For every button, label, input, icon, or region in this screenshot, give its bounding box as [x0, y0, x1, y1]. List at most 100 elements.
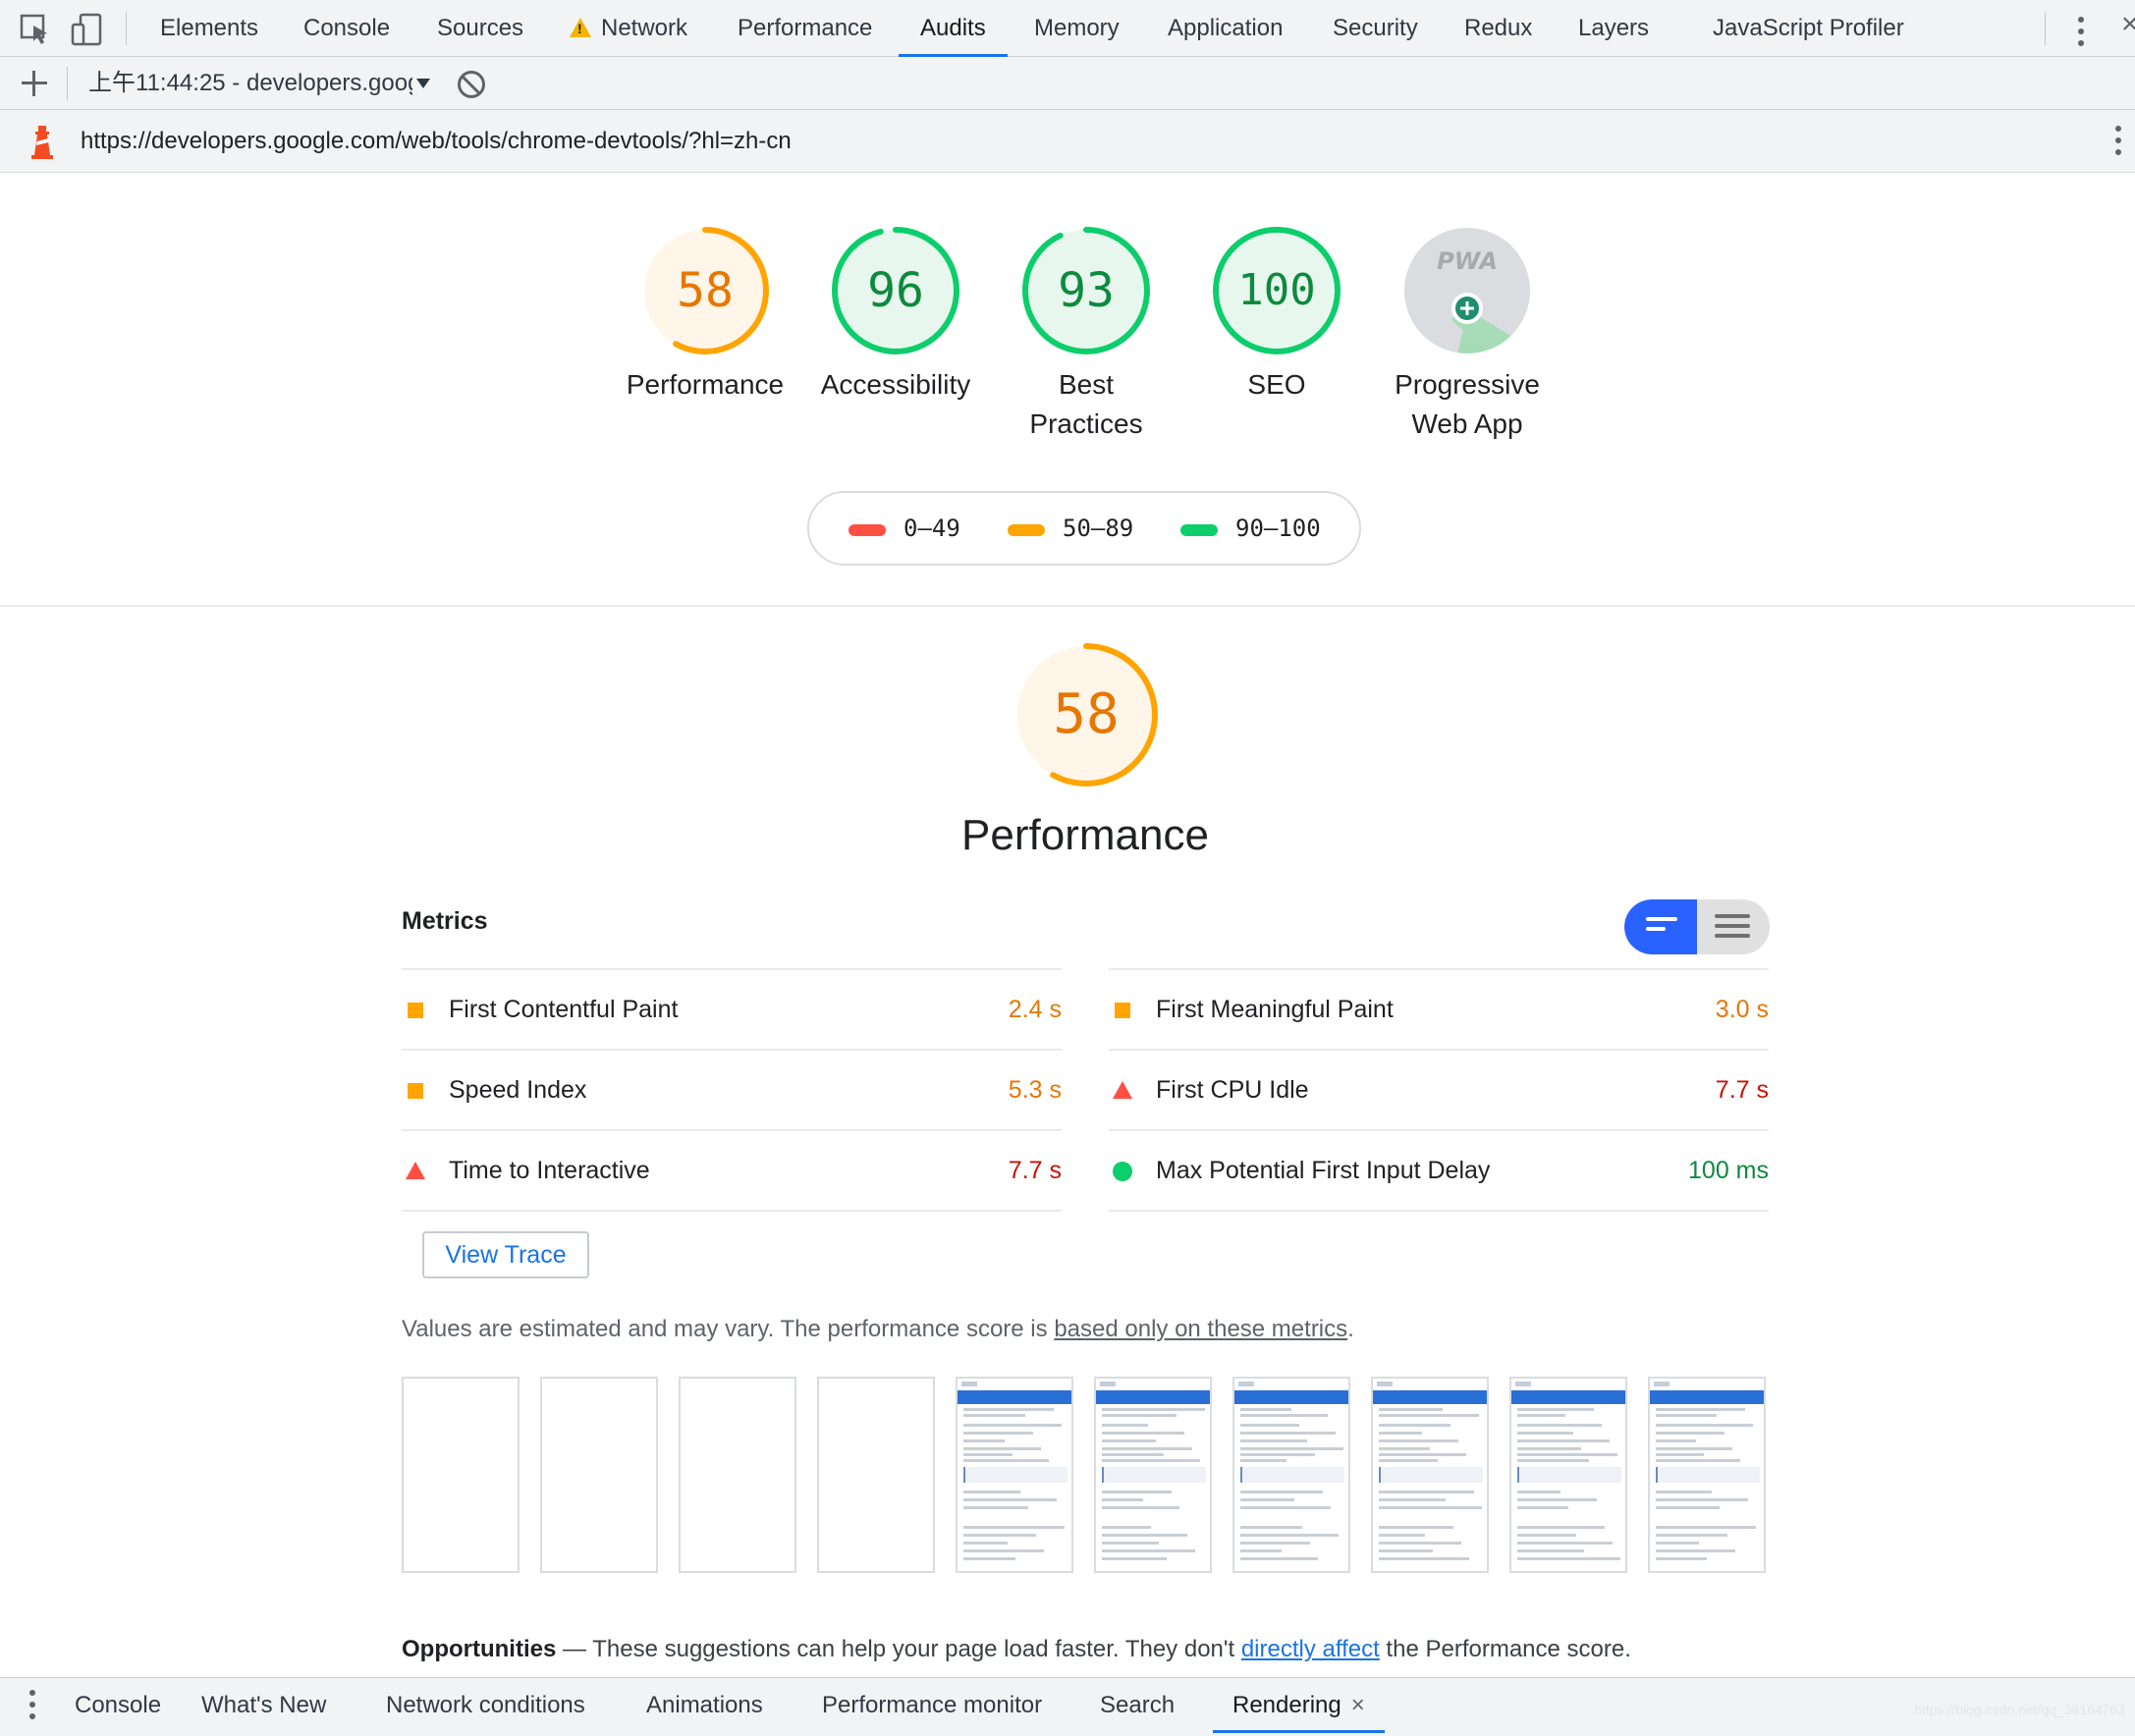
drawer-tab-console[interactable]: Console — [75, 1678, 161, 1733]
pwa-badge-text: PWA — [1437, 247, 1498, 275]
lighthouse-icon — [27, 122, 57, 161]
close-icon[interactable]: × — [1351, 1692, 1365, 1718]
metric-first-cpu-idle: First CPU Idle 7.7 s — [1109, 1049, 1769, 1129]
metrics-note: Values are estimated and may vary. The p… — [402, 1316, 1354, 1343]
metric-value: 100 ms — [1688, 1157, 1769, 1184]
filmstrip-frame — [817, 1377, 935, 1573]
inspect-element-icon[interactable] — [18, 12, 53, 47]
report-menu-icon[interactable] — [2115, 126, 2121, 161]
gauge-label: Best Practices — [1029, 369, 1143, 439]
metric-label: First Meaningful Paint — [1156, 996, 1394, 1023]
metric-value: 5.3 s — [1008, 1076, 1062, 1104]
fail-triangle-icon — [1113, 1081, 1132, 1099]
opportunities-text: These suggestions can help your page loa… — [592, 1636, 1241, 1662]
tab-layers[interactable]: Layers — [1578, 0, 1649, 57]
metric-max-potential-fid: Max Potential First Input Delay 100 ms — [1109, 1129, 1769, 1210]
performance-score-value: 58 — [1053, 682, 1120, 746]
more-options-icon[interactable] — [2078, 17, 2084, 52]
gauge-performance[interactable]: 58 Performance — [617, 226, 794, 405]
pass-circle-icon — [1113, 1162, 1132, 1181]
watermark: https://blog.csdn.net/qq_38164763 — [1914, 1702, 2125, 1717]
metric-value: 3.0 s — [1715, 996, 1769, 1023]
gauge-seo[interactable]: 100 SEO — [1188, 226, 1365, 405]
tab-memory[interactable]: Memory — [1034, 0, 1120, 57]
tab-performance[interactable]: Performance — [738, 0, 872, 57]
tab-application[interactable]: Application — [1168, 0, 1283, 57]
filmstrip-frame — [1509, 1377, 1627, 1573]
drawer-menu-icon[interactable] — [29, 1690, 35, 1725]
drawer-tab-search[interactable]: Search — [1100, 1678, 1175, 1733]
metric-label: Max Potential First Input Delay — [1156, 1157, 1491, 1184]
tab-elements[interactable]: Elements — [160, 0, 258, 57]
compact-view-button[interactable] — [1624, 899, 1697, 954]
legend-pass-swatch — [1180, 524, 1218, 536]
score-value: 100 — [1237, 265, 1316, 315]
tab-javascript-profiler[interactable]: JavaScript Profiler — [1713, 0, 1904, 57]
directly-affect-link[interactable]: directly affect — [1241, 1636, 1380, 1662]
metric-value: 7.7 s — [1715, 1076, 1769, 1104]
score-scale-legend: 0–49 50–89 90–100 — [807, 491, 1361, 566]
score-ring: 93 — [1021, 226, 1151, 355]
score-ring: 58 — [640, 226, 770, 355]
legend-pass-range: 90–100 — [1235, 515, 1321, 542]
gauge-label: SEO — [1247, 369, 1306, 400]
section-divider — [0, 605, 2135, 607]
metric-label: Speed Index — [449, 1076, 587, 1104]
plus-icon[interactable] — [20, 69, 49, 98]
average-square-icon — [1115, 1003, 1130, 1018]
drawer-tab-rendering-label: Rendering — [1232, 1692, 1341, 1718]
close-devtools-icon[interactable]: × — [2121, 8, 2135, 41]
tab-redux[interactable]: Redux — [1464, 0, 1532, 57]
score-ring: 100 — [1212, 226, 1341, 355]
score-value: 93 — [1058, 263, 1115, 318]
performance-score-gauge: 58 — [1013, 642, 1159, 787]
gauge-accessibility[interactable]: 96 Accessibility — [807, 226, 984, 405]
metric-speed-index: Speed Index 5.3 s — [402, 1049, 1062, 1129]
metrics-divider — [1109, 1210, 1769, 1212]
drawer-tab-performance-monitor[interactable]: Performance monitor — [822, 1678, 1042, 1733]
tab-console[interactable]: Console — [303, 0, 390, 57]
opportunities-dash: — — [556, 1636, 593, 1662]
audited-url: https://developers.google.com/web/tools/… — [81, 128, 792, 154]
gauge-best-practices[interactable]: 93 Best Practices — [998, 226, 1175, 444]
drawer-tab-animations[interactable]: Animations — [646, 1678, 763, 1733]
filmstrip-frame — [1648, 1377, 1766, 1573]
metric-label: Time to Interactive — [449, 1157, 650, 1184]
tab-sources[interactable]: Sources — [437, 0, 523, 57]
filmstrip-frame — [1094, 1377, 1212, 1573]
pwa-badge-icon: PWA — [1402, 226, 1532, 355]
drawer-tab-rendering[interactable]: Rendering × — [1213, 1678, 1385, 1733]
average-square-icon — [408, 1003, 423, 1018]
tab-network[interactable]: Network — [570, 0, 687, 57]
legend-average-swatch — [1008, 524, 1045, 536]
score-value: 58 — [677, 263, 734, 318]
metric-value: 7.7 s — [1008, 1157, 1062, 1184]
report-select[interactable]: 上午11:44:25 - developers.google.com — [88, 57, 412, 110]
filmstrip-frame — [402, 1377, 520, 1573]
drawer-tab-whats-new[interactable]: What's New — [201, 1678, 326, 1733]
average-square-icon — [408, 1083, 423, 1099]
device-toolbar-icon[interactable] — [69, 12, 104, 47]
fail-triangle-icon — [406, 1162, 425, 1179]
tab-network-label: Network — [601, 15, 688, 41]
filmstrip-frame — [956, 1377, 1073, 1573]
gauge-label: Accessibility — [820, 369, 971, 400]
view-trace-button[interactable]: View Trace — [422, 1231, 589, 1278]
audits-toolbar: 上午11:44:25 - developers.google.com — [0, 57, 2135, 110]
expanded-list-icon[interactable] — [1715, 914, 1750, 944]
drawer-tab-network-conditions[interactable]: Network conditions — [386, 1678, 585, 1733]
bottom-drawer: Console What's New Network conditions An… — [0, 1677, 2135, 1736]
metric-label: First Contentful Paint — [449, 996, 679, 1023]
opportunities-suffix: the Performance score. — [1379, 1636, 1631, 1662]
metrics-link[interactable]: based only on these metrics — [1054, 1316, 1347, 1342]
warning-icon — [570, 18, 591, 37]
tab-audits[interactable]: Audits — [899, 0, 1008, 57]
tab-security[interactable]: Security — [1333, 0, 1418, 57]
legend-average-range: 50–89 — [1063, 515, 1134, 542]
chevron-down-icon[interactable] — [416, 79, 430, 88]
block-icon[interactable] — [458, 71, 485, 98]
report-url-bar: https://developers.google.com/web/tools/… — [0, 110, 2135, 173]
metrics-view-toggle[interactable] — [1624, 899, 1770, 954]
gauge-pwa[interactable]: PWA Progressive Web App — [1379, 226, 1556, 444]
metric-label: First CPU Idle — [1156, 1076, 1309, 1104]
